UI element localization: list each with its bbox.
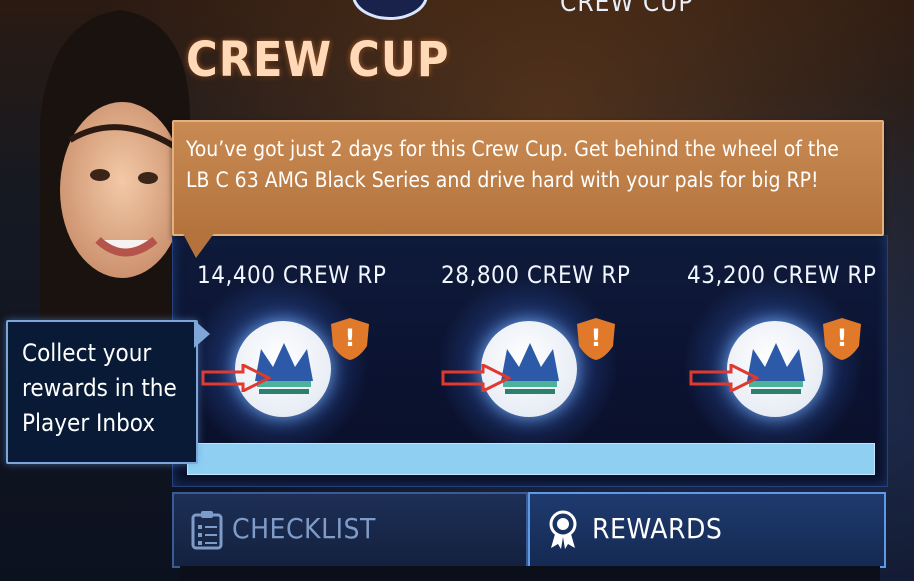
host-message-bubble: You’ve got just 2 days for this Crew Cup… [172, 120, 884, 236]
host-message-text: You’ve got just 2 days for this Crew Cup… [186, 137, 839, 192]
tab-checklist[interactable]: CHECKLIST [172, 492, 528, 568]
rewards-panel: 14,400 CREW RP 28,800 CREW RP 43,200 CRE… [172, 235, 888, 487]
award-ribbon-icon [549, 510, 577, 549]
tab-rewards-label: REWARDS [592, 512, 723, 545]
tier-2-alert-badge-icon: ! [577, 318, 615, 360]
page-title: CREW CUP [186, 32, 450, 88]
pointer-arrow-icon [201, 364, 271, 392]
tier-2-badge-text: ! [591, 324, 602, 352]
bottom-strip [180, 566, 880, 581]
host-portrait [40, 10, 190, 330]
tier-3-label: 43,200 CREW RP [687, 261, 877, 289]
tier-3-badge-text: ! [837, 324, 848, 352]
tab-rewards[interactable]: REWARDS [528, 492, 886, 568]
pointer-arrow-icon [689, 364, 759, 392]
tab-checklist-label: CHECKLIST [232, 512, 376, 545]
bubble-tail [180, 228, 218, 258]
crew-rp-progress-bar [187, 443, 875, 475]
tooltip-pointer [194, 320, 210, 348]
tier-1-label: 14,400 CREW RP [197, 261, 387, 289]
tier-3-alert-badge-icon: ! [823, 318, 861, 360]
tier-2-label: 28,800 CREW RP [441, 261, 631, 289]
top-event-label: CREW CUP [560, 0, 694, 18]
pointer-arrow-icon [441, 364, 511, 392]
inbox-tooltip: Collect your rewards in the Player Inbox [6, 320, 198, 464]
clipboard-icon [191, 511, 223, 550]
tier-1-badge-text: ! [345, 324, 356, 352]
inbox-tooltip-text: Collect your rewards in the Player Inbox [22, 339, 177, 437]
tier-1-alert-badge-icon: ! [331, 318, 369, 360]
